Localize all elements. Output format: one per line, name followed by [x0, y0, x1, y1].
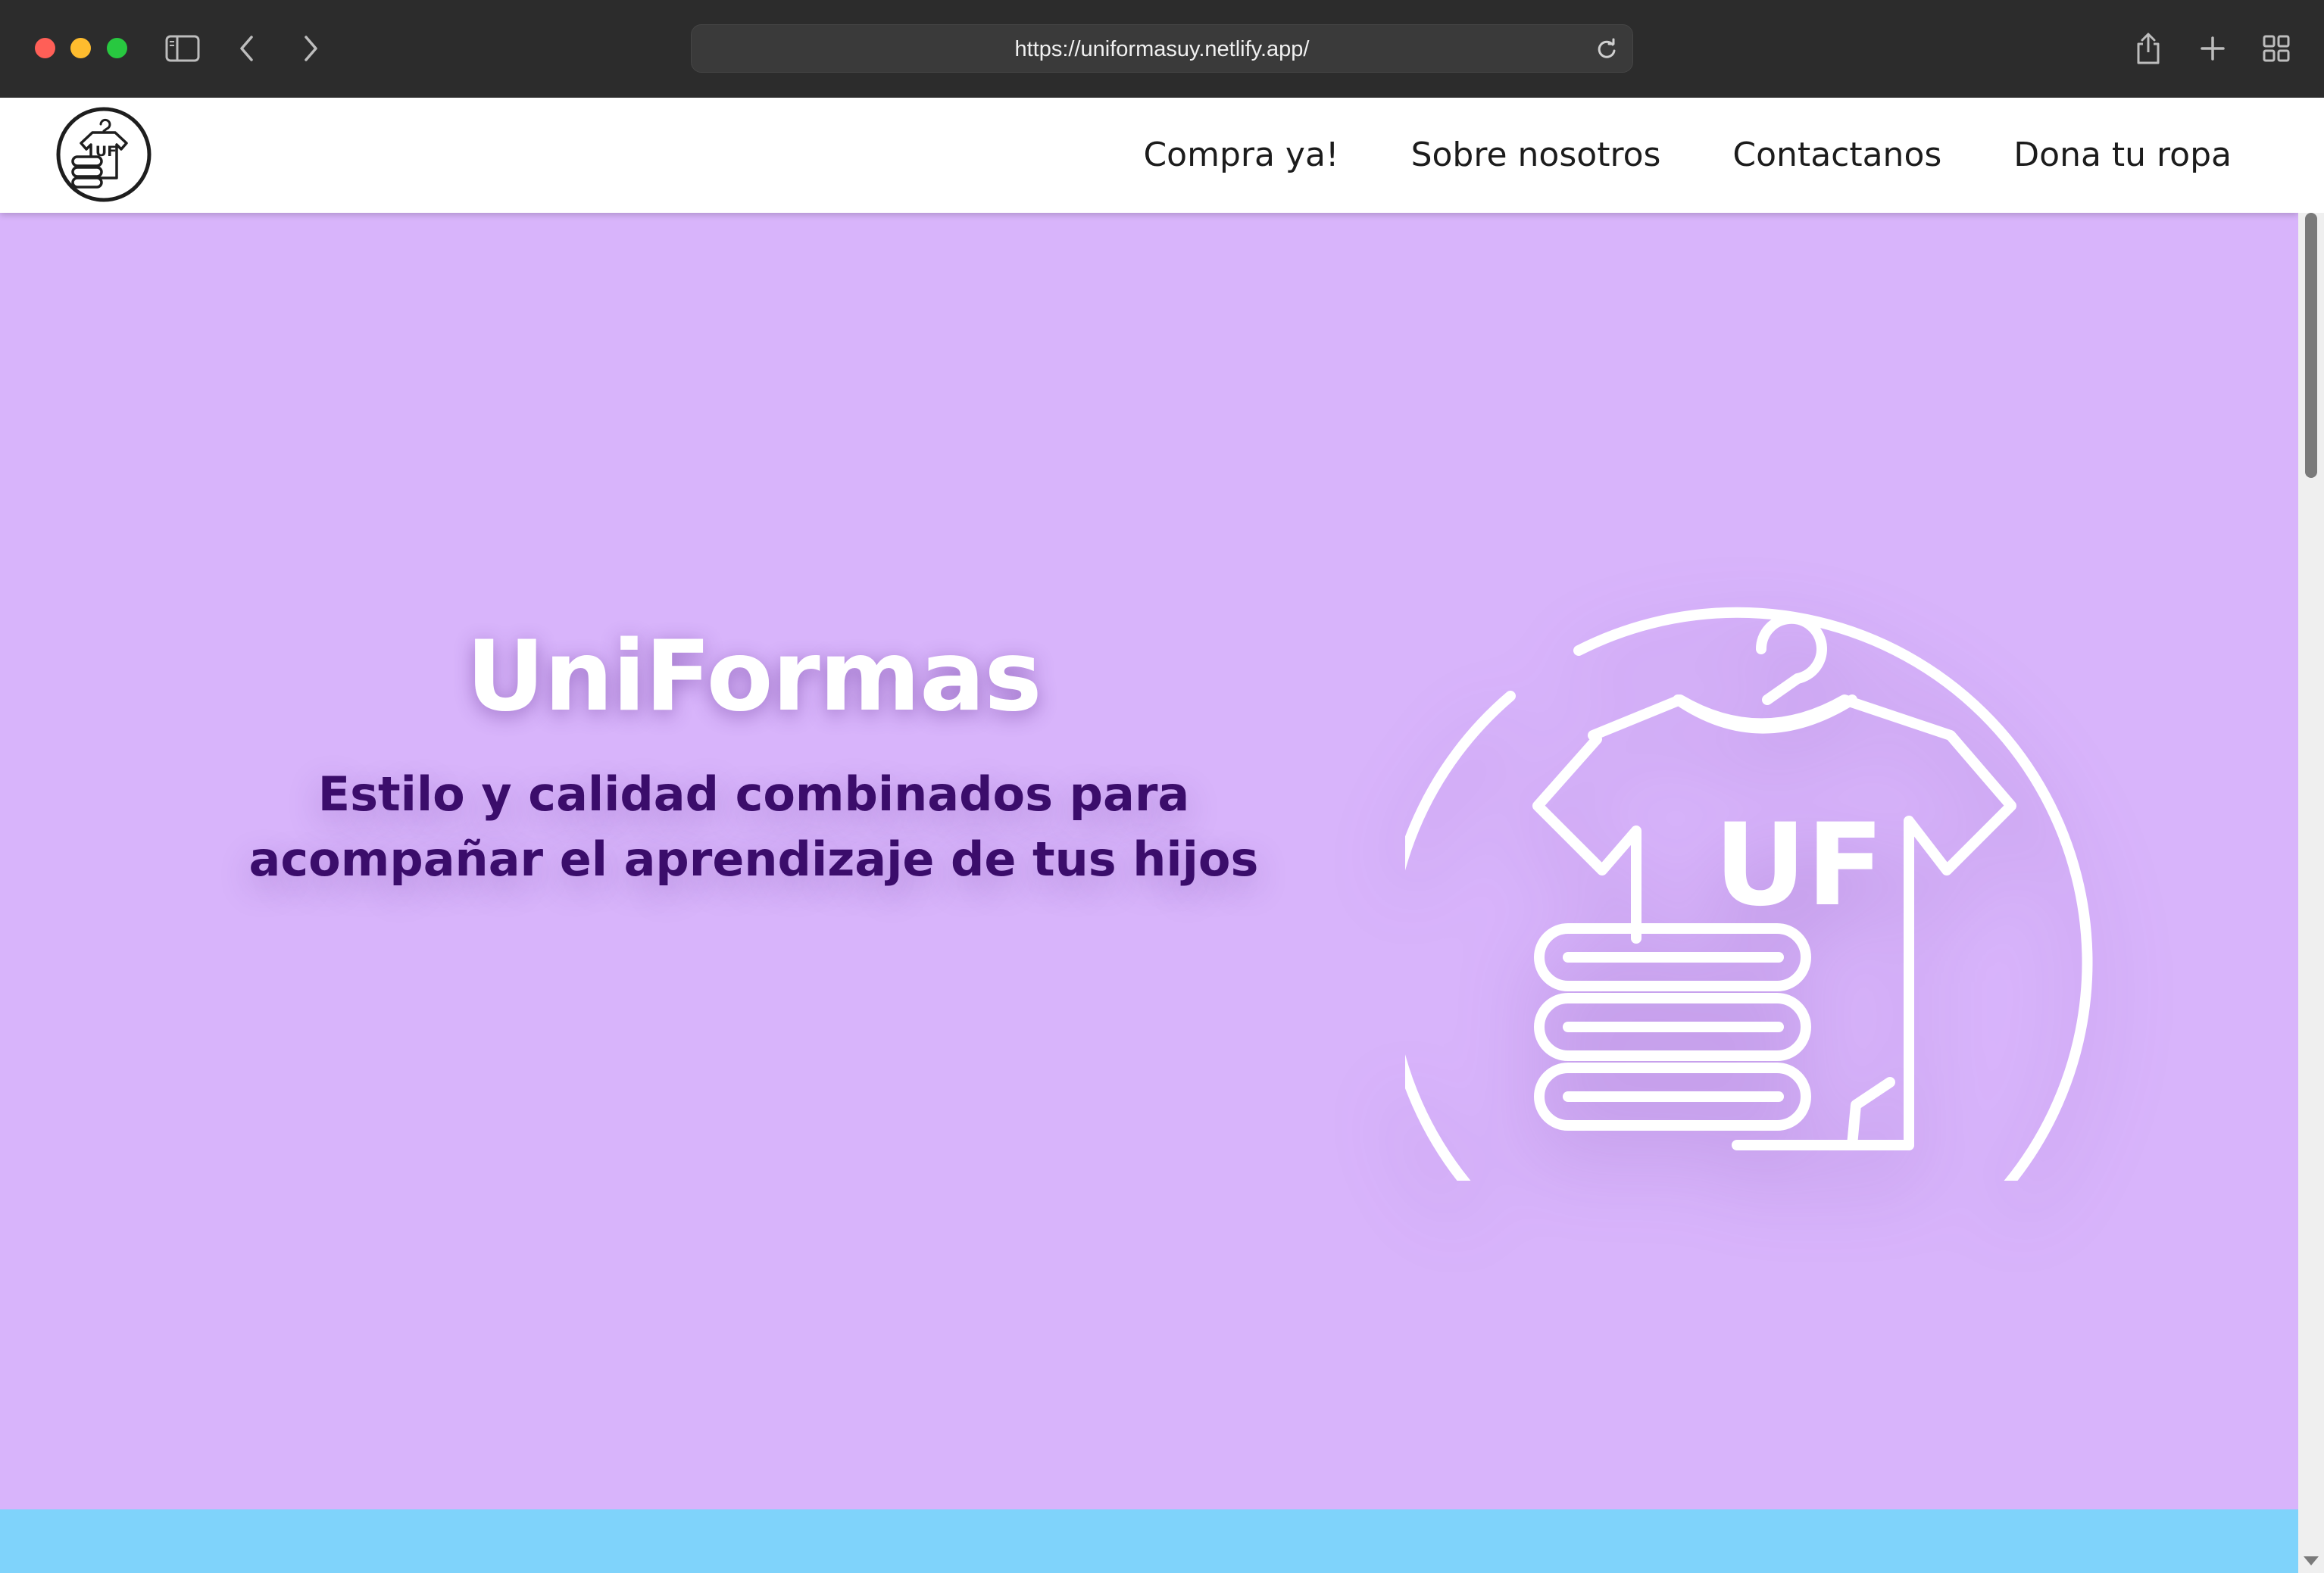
- zoom-window-button[interactable]: [107, 38, 127, 58]
- hero-subtitle-line-1: Estilo y calidad combinados para: [317, 766, 1190, 822]
- reload-icon[interactable]: [1595, 37, 1619, 61]
- browser-toolbar: https://uniformasuy.netlify.app/: [0, 0, 2324, 98]
- forward-icon[interactable]: [291, 29, 330, 68]
- sidebar-icon[interactable]: [163, 29, 202, 68]
- scroll-down-arrow-icon[interactable]: [2304, 1556, 2319, 1565]
- hero-icon-text: UF: [1714, 800, 1884, 932]
- close-window-button[interactable]: [35, 38, 55, 58]
- scrollbar-thumb[interactable]: [2305, 213, 2317, 478]
- url-text: https://uniformasuy.netlify.app/: [1014, 37, 1310, 61]
- uniform-logo-icon: UF: [1382, 469, 2117, 1318]
- new-tab-icon[interactable]: [2193, 29, 2232, 68]
- web-page: UF Compra ya! Sobre nosotros Contactanos…: [0, 98, 2298, 1573]
- next-section-band: [0, 1509, 2298, 1573]
- tab-overview-icon[interactable]: [2257, 29, 2296, 68]
- address-bar[interactable]: https://uniformasuy.netlify.app/: [691, 24, 1633, 73]
- scrollbar-header-gap: [2298, 98, 2324, 213]
- nav-links: Compra ya! Sobre nosotros Contactanos Do…: [1143, 136, 2232, 174]
- nav-link-contactanos[interactable]: Contactanos: [1732, 136, 1941, 174]
- hero-subtitle: Estilo y calidad combinados para acompañ…: [189, 762, 1318, 892]
- site-logo[interactable]: UF: [55, 105, 153, 204]
- minimize-window-button[interactable]: [70, 38, 91, 58]
- nav-link-compra[interactable]: Compra ya!: [1143, 136, 1338, 174]
- hero-subtitle-line-2: acompañar el aprendizaje de tus hijos: [248, 832, 1259, 887]
- back-icon[interactable]: [227, 29, 267, 68]
- nav-link-dona-tu-ropa[interactable]: Dona tu ropa: [2013, 136, 2232, 174]
- hero-text-block: UniFormas Estilo y calidad combinados pa…: [189, 620, 1318, 892]
- page-scrollbar[interactable]: [2298, 213, 2324, 1573]
- hero-title: UniFormas: [466, 620, 1042, 733]
- share-icon[interactable]: [2129, 29, 2168, 68]
- nav-link-sobre-nosotros[interactable]: Sobre nosotros: [1411, 136, 1661, 174]
- site-navbar: UF Compra ya! Sobre nosotros Contactanos…: [0, 98, 2298, 213]
